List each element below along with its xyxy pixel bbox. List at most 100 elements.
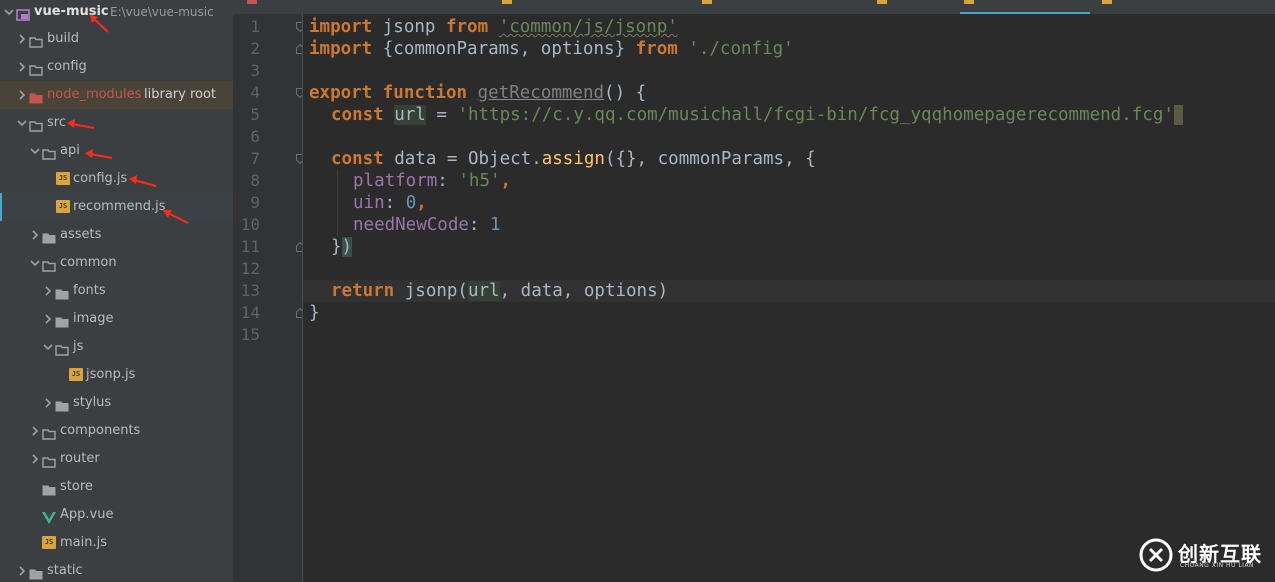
js-file-icon: JS — [56, 172, 70, 185]
line-number: 4 — [250, 83, 260, 102]
chevron-right-icon[interactable] — [17, 81, 27, 109]
tree-item-static[interactable]: static — [0, 557, 233, 582]
annotation-arrow — [85, 149, 113, 159]
js-file-icon — [964, 0, 974, 4]
editor-tab-active[interactable] — [960, 0, 1090, 14]
text-cursor — [1173, 105, 1183, 125]
editor-tab[interactable] — [698, 0, 798, 14]
keyword: const — [331, 105, 384, 125]
annotation-arrow — [129, 175, 157, 187]
line-number: 11 — [240, 237, 260, 256]
folder-icon — [29, 32, 43, 48]
folder-icon — [55, 312, 69, 328]
line-number: 3 — [250, 61, 260, 80]
chevron-right-icon[interactable] — [30, 445, 40, 473]
code-text: jsonp( — [394, 281, 468, 301]
function-name: getRecommend — [477, 83, 605, 103]
chevron-right-icon[interactable] — [17, 53, 27, 81]
tree-item-js[interactable]: js — [0, 333, 233, 361]
tree-item-app-vue[interactable]: App.vue — [0, 501, 233, 529]
tree-item-node-modules[interactable]: node_modules library root — [0, 81, 233, 109]
library-root-hint: library root — [144, 87, 217, 102]
tree-item-label: node_modules — [47, 87, 142, 102]
tree-item-stylus[interactable]: stylus — [0, 389, 233, 417]
chevron-right-icon[interactable] — [17, 25, 27, 53]
watermark: 创新互联 CHUANG XIN HU LIAN — [1138, 535, 1273, 575]
code-line-8: platform: 'h5', — [353, 170, 511, 192]
watermark-subtitle: CHUANG XIN HU LIAN — [1180, 562, 1255, 569]
js-file-icon — [502, 0, 512, 4]
tree-item-label: store — [60, 479, 93, 494]
chevron-down-icon[interactable] — [30, 137, 40, 165]
chevron-right-icon[interactable] — [43, 305, 53, 333]
tree-item-label: api — [60, 143, 80, 158]
tree-item-main-js[interactable]: JS main.js — [0, 529, 233, 557]
tree-item-api[interactable]: api — [0, 137, 233, 165]
js-file-icon: JS — [56, 200, 70, 213]
keyword: const — [331, 149, 384, 169]
indent-guide — [337, 170, 338, 236]
tree-item-src[interactable]: src — [0, 109, 233, 137]
tree-item-assets[interactable]: assets — [0, 221, 233, 249]
tree-item-recommend-js[interactable]: JS recommend.js — [0, 193, 233, 221]
tree-item-label: config — [47, 59, 87, 74]
editor-tab[interactable] — [498, 0, 598, 14]
chevron-right-icon[interactable] — [43, 389, 53, 417]
tree-item-fonts[interactable]: fonts — [0, 277, 233, 305]
project-tree: vue-music E:\vue\vue-music build config … — [0, 0, 233, 582]
folder-icon — [55, 340, 69, 356]
chevron-right-icon[interactable] — [30, 417, 40, 445]
code-line-10: needNewCode: 1 — [353, 214, 501, 236]
chevron-down-icon[interactable] — [30, 249, 40, 277]
code-line-14: } — [309, 302, 320, 324]
code-text: jsonp — [372, 17, 446, 37]
tree-item-label: router — [60, 451, 100, 466]
tree-item-router[interactable]: router — [0, 445, 233, 473]
tree-item-components[interactable]: components — [0, 417, 233, 445]
chevron-down-icon[interactable] — [4, 0, 14, 26]
keyword: function — [382, 83, 468, 103]
tree-item-label: main.js — [60, 535, 107, 550]
chevron-down-icon[interactable] — [17, 109, 27, 137]
property-name: needNewCode — [353, 215, 469, 235]
vue-file-icon — [42, 508, 56, 524]
tree-item-store[interactable]: store — [0, 473, 233, 501]
tree-item-label: js — [73, 339, 84, 354]
variable-name: url — [467, 281, 500, 301]
code-text: ({}, commonParams, { — [604, 149, 816, 169]
js-file-icon: JS — [42, 536, 56, 549]
editor-tab[interactable] — [1098, 0, 1218, 14]
line-number: 12 — [240, 259, 260, 278]
code-text: , — [500, 171, 512, 191]
code-editor[interactable]: import jsonp from 'common/js/jsonp' impo… — [303, 14, 1275, 582]
variable-name: url — [394, 105, 426, 125]
line-number: 2 — [250, 39, 260, 58]
chevron-right-icon[interactable] — [43, 277, 53, 305]
folder-icon — [42, 480, 56, 496]
line-number: 10 — [240, 215, 260, 234]
line-number-gutter: 1 2 3 4 5 6 7 8 9 10 11 12 13 14 15 — [233, 14, 304, 582]
chevron-down-icon[interactable] — [43, 333, 53, 361]
code-line-9: uin: 0, — [353, 192, 427, 214]
code-text: , data, options) — [499, 281, 669, 301]
folder-icon — [55, 284, 69, 300]
code-text: : — [437, 171, 459, 191]
tree-item-label: jsonp.js — [86, 367, 136, 382]
tree-item-image[interactable]: image — [0, 305, 233, 333]
editor-tab[interactable] — [873, 0, 953, 14]
editor-tab[interactable] — [243, 0, 353, 14]
tree-item-config[interactable]: config — [0, 53, 233, 81]
string-literal: 'common/js/jsonp' — [498, 17, 678, 37]
tree-item-jsonp-js[interactable]: JS jsonp.js — [0, 361, 233, 389]
tree-item-common[interactable]: common — [0, 249, 233, 277]
tree-item-label: components — [60, 423, 141, 438]
chevron-right-icon[interactable] — [17, 557, 27, 582]
tree-item-label: recommend.js — [73, 199, 166, 214]
tree-item-config-js[interactable]: JS config.js — [0, 165, 233, 193]
line-number: 15 — [240, 325, 260, 344]
keyword: export — [309, 83, 373, 103]
chevron-right-icon[interactable] — [30, 221, 40, 249]
folder-icon — [42, 256, 56, 272]
